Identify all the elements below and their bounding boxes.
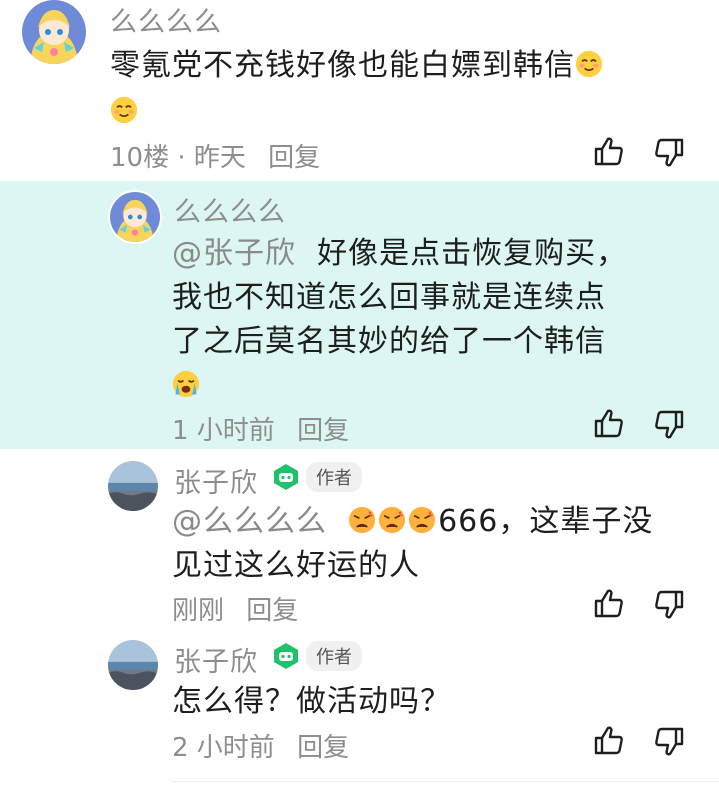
- reply-time: 2 小时前: [172, 733, 275, 763]
- comment-text: 零氪党不充钱好像也能白嫖到韩信: [110, 44, 710, 134]
- reply-text-line: 好像是点击恢复购买，: [317, 236, 628, 271]
- reply-meta: 刚刚 回复: [172, 590, 298, 627]
- username[interactable]: 么么么么: [174, 190, 286, 229]
- reply-text: @么么么么 666，这辈子没 见过这么好运的人: [172, 500, 702, 588]
- reply-meta: 2 小时前 回复: [172, 727, 349, 764]
- relieved-emoji-icon: [110, 96, 138, 124]
- angry-emoji-icon: [408, 506, 436, 534]
- reply-text: @张子欣 好像是点击恢复购买， 我也不知道怎么回事就是连续点 了之后莫名其妙的给…: [172, 232, 702, 408]
- reply-button[interactable]: 回复: [268, 143, 320, 173]
- thumbs-up-icon[interactable]: [592, 134, 626, 168]
- reply-meta: 1 小时前 回复: [172, 410, 349, 447]
- reply-text-line: 见过这么好运的人: [172, 548, 420, 583]
- thumbs-up-icon[interactable]: [592, 586, 626, 620]
- game-controller-badge-icon: [272, 463, 300, 491]
- thumbs-up-icon[interactable]: [592, 406, 626, 440]
- angry-emoji-icon: [348, 506, 376, 534]
- reply-text-line: 666，这辈子没: [438, 504, 654, 539]
- mention-link[interactable]: @张子欣: [172, 236, 296, 271]
- avatar[interactable]: [108, 640, 158, 690]
- reply-time: 1 小时前: [172, 416, 275, 446]
- reply-text-line: 我也不知道怎么回事就是连续点: [172, 280, 606, 315]
- thumbs-up-icon[interactable]: [592, 723, 626, 757]
- angry-emoji-icon: [378, 506, 406, 534]
- divider: [172, 781, 719, 782]
- relieved-emoji-icon: [575, 50, 603, 78]
- author-tag: 作者: [272, 641, 362, 671]
- reply-text-line: 了之后莫名其妙的给了一个韩信: [172, 324, 606, 359]
- username[interactable]: 张子欣: [174, 461, 258, 500]
- game-controller-badge-icon: [272, 642, 300, 670]
- comment-time: 昨天: [193, 143, 246, 173]
- thumbs-down-icon[interactable]: [652, 588, 686, 622]
- reply-button[interactable]: 回复: [246, 596, 298, 626]
- author-label: 作者: [306, 462, 362, 492]
- mention-link[interactable]: @么么么么: [172, 504, 327, 539]
- avatar[interactable]: [108, 461, 158, 511]
- thumbs-down-icon[interactable]: [652, 136, 686, 170]
- author-label: 作者: [306, 641, 362, 671]
- avatar[interactable]: [22, 0, 86, 64]
- avatar[interactable]: [108, 190, 162, 244]
- thumbs-down-icon[interactable]: [652, 408, 686, 442]
- username[interactable]: 么么么么: [110, 0, 222, 39]
- floor-label: 10楼: [110, 143, 170, 173]
- thumbs-down-icon[interactable]: [652, 725, 686, 759]
- comment-text-content: 零氪党不充钱好像也能白嫖到韩信: [110, 48, 575, 83]
- meta-separator: ·: [177, 143, 186, 173]
- comment-meta: 10楼 · 昨天 回复: [110, 137, 320, 174]
- reply-time: 刚刚: [172, 596, 225, 626]
- reply-text: 怎么得？做活动吗？: [172, 684, 451, 719]
- reply-button[interactable]: 回复: [297, 416, 349, 446]
- reply-button[interactable]: 回复: [297, 733, 349, 763]
- username[interactable]: 张子欣: [174, 640, 258, 679]
- crying-emoji-icon: [172, 370, 200, 398]
- author-tag: 作者: [272, 462, 362, 492]
